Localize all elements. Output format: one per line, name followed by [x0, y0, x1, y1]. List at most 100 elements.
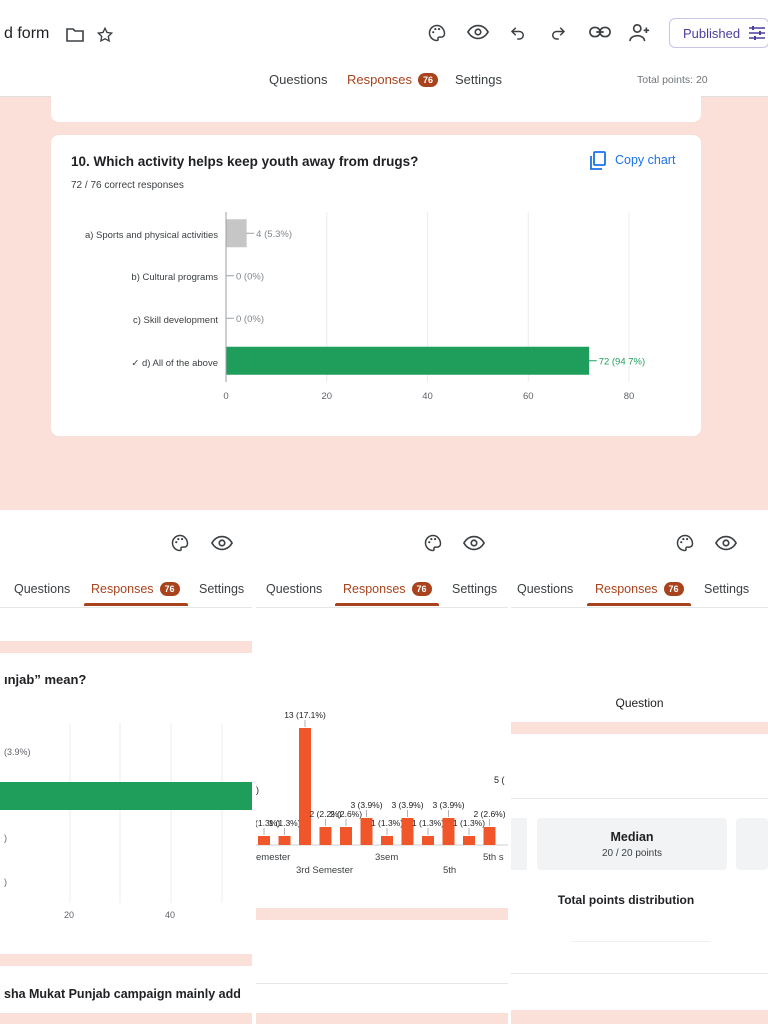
question-card: 10. Which activity helps keep youth away…	[51, 135, 701, 436]
form-title[interactable]: d form	[4, 25, 49, 43]
active-tab-indicator	[335, 603, 439, 606]
top-app-bar: d form Published	[0, 0, 768, 66]
bottom-panel-1: Questions Responses 76 Settings ınjab” me…	[0, 513, 252, 1024]
next-question-fragment: sha Mukat Punjab campaign mainly add	[4, 987, 241, 1001]
distribution-title: Total points distribution	[557, 893, 695, 907]
value-label: )	[4, 877, 7, 887]
eye-icon[interactable]	[462, 535, 486, 556]
data-label: 1 (1.3%)	[412, 818, 444, 828]
value-label: 4 (5.3%)	[256, 229, 292, 240]
tick-label: 5th	[443, 865, 457, 876]
card-separator	[0, 1013, 252, 1024]
data-label: 2 (2.6%)	[330, 809, 362, 819]
tab-settings[interactable]: Settings	[199, 582, 244, 596]
data-label: 1 (1.3%)	[453, 818, 485, 828]
tab-responses[interactable]: Responses 76	[595, 582, 684, 596]
active-tab-indicator	[587, 603, 691, 606]
bottom-panel-2: Questions Responses 76 Settings 1 (1.3%) 1…	[256, 513, 508, 1024]
published-label: Published	[683, 26, 741, 41]
response-chart: a) Sports and physical activities b) Cul…	[51, 210, 701, 410]
tab-questions[interactable]: Questions	[517, 582, 573, 596]
bar	[319, 827, 332, 845]
data-label: 1 (1.3%)	[371, 818, 403, 828]
bar	[258, 836, 270, 845]
tick-label: 3sem	[375, 852, 399, 863]
published-button[interactable]: Published	[669, 18, 768, 48]
median-card: Median 20 / 20 points	[537, 818, 727, 870]
tab-settings[interactable]: Settings	[452, 582, 497, 596]
value-label: )	[4, 833, 7, 843]
data-label: 3 (3.9%)	[432, 800, 464, 810]
tab-responses-label: Responses	[347, 72, 413, 87]
median-value: 20 / 20 points	[601, 848, 663, 859]
responses-count-badge: 76	[663, 582, 684, 596]
bar	[226, 219, 247, 248]
link-icon[interactable]	[589, 25, 611, 44]
palette-icon[interactable]	[675, 533, 695, 558]
question-label: Question	[615, 696, 664, 710]
bar-green	[0, 782, 252, 810]
question-title-fragment: ınjab” mean?	[4, 672, 87, 687]
copy-chart-label: Copy chart	[615, 153, 676, 167]
card-separator	[256, 908, 508, 920]
tab-responses[interactable]: Responses 76	[91, 582, 180, 596]
responses-count-badge: 76	[411, 582, 432, 596]
palette-icon[interactable]	[170, 533, 190, 558]
tick-label: emester	[256, 852, 291, 863]
eye-icon[interactable]	[210, 535, 234, 556]
tune-icon	[748, 25, 766, 44]
tick-label: 20	[321, 391, 332, 402]
responses-count-badge: 76	[418, 73, 439, 87]
tab-questions[interactable]: Questions	[14, 582, 70, 596]
eye-icon[interactable]	[714, 535, 738, 556]
tick-label: 40	[165, 910, 176, 920]
chart-baseline	[571, 941, 711, 942]
tick-label: 20	[64, 910, 75, 920]
bar	[422, 836, 434, 845]
data-label: 3 (3.9%)	[391, 800, 423, 810]
card-separator	[0, 641, 252, 653]
divider	[0, 607, 252, 608]
redo-icon[interactable]	[549, 24, 567, 47]
star-icon[interactable]	[96, 26, 114, 49]
palette-icon[interactable]	[427, 23, 447, 48]
divider	[256, 607, 508, 608]
partial-bar-chart	[0, 723, 252, 903]
bar	[299, 728, 311, 845]
previous-question-card	[51, 90, 701, 122]
divider	[511, 798, 768, 799]
data-label: 13 (17.1%)	[284, 710, 326, 720]
tab-responses[interactable]: Responses 76	[343, 582, 432, 596]
tab-responses[interactable]: Responses 76	[347, 72, 439, 87]
tab-settings[interactable]: Settings	[704, 582, 749, 596]
stat-card-left	[511, 818, 527, 870]
bar	[483, 827, 496, 845]
tab-responses-label: Responses	[595, 582, 658, 596]
card-separator	[256, 1013, 508, 1024]
tab-settings[interactable]: Settings	[455, 72, 502, 87]
bar	[278, 836, 291, 845]
tick-label: 40	[422, 391, 433, 402]
tab-questions[interactable]: Questions	[266, 582, 322, 596]
data-label: 1 (1.3%)	[268, 818, 300, 828]
tab-responses-label: Responses	[91, 582, 154, 596]
copy-icon	[589, 151, 607, 174]
palette-icon[interactable]	[423, 533, 443, 558]
undo-icon[interactable]	[509, 24, 527, 47]
eye-icon[interactable]	[466, 24, 490, 45]
bar	[340, 827, 352, 845]
tick-label: 3rd Semester	[296, 865, 354, 876]
data-label: 3 (3.9%)	[350, 800, 382, 810]
folder-icon[interactable]	[66, 27, 84, 47]
data-label: 2 (2.6%)	[473, 809, 505, 819]
bar	[381, 836, 393, 845]
card-separator	[0, 954, 252, 966]
bottom-panel-3: Questions Responses 76 Settings Question …	[511, 513, 768, 1024]
tab-questions[interactable]: Questions	[269, 72, 328, 87]
divider	[511, 973, 768, 974]
responses-count-badge: 76	[159, 582, 180, 596]
median-title: Median	[610, 830, 654, 844]
bar	[463, 836, 475, 845]
value-label: )	[256, 785, 259, 795]
add-person-icon[interactable]	[629, 23, 651, 48]
